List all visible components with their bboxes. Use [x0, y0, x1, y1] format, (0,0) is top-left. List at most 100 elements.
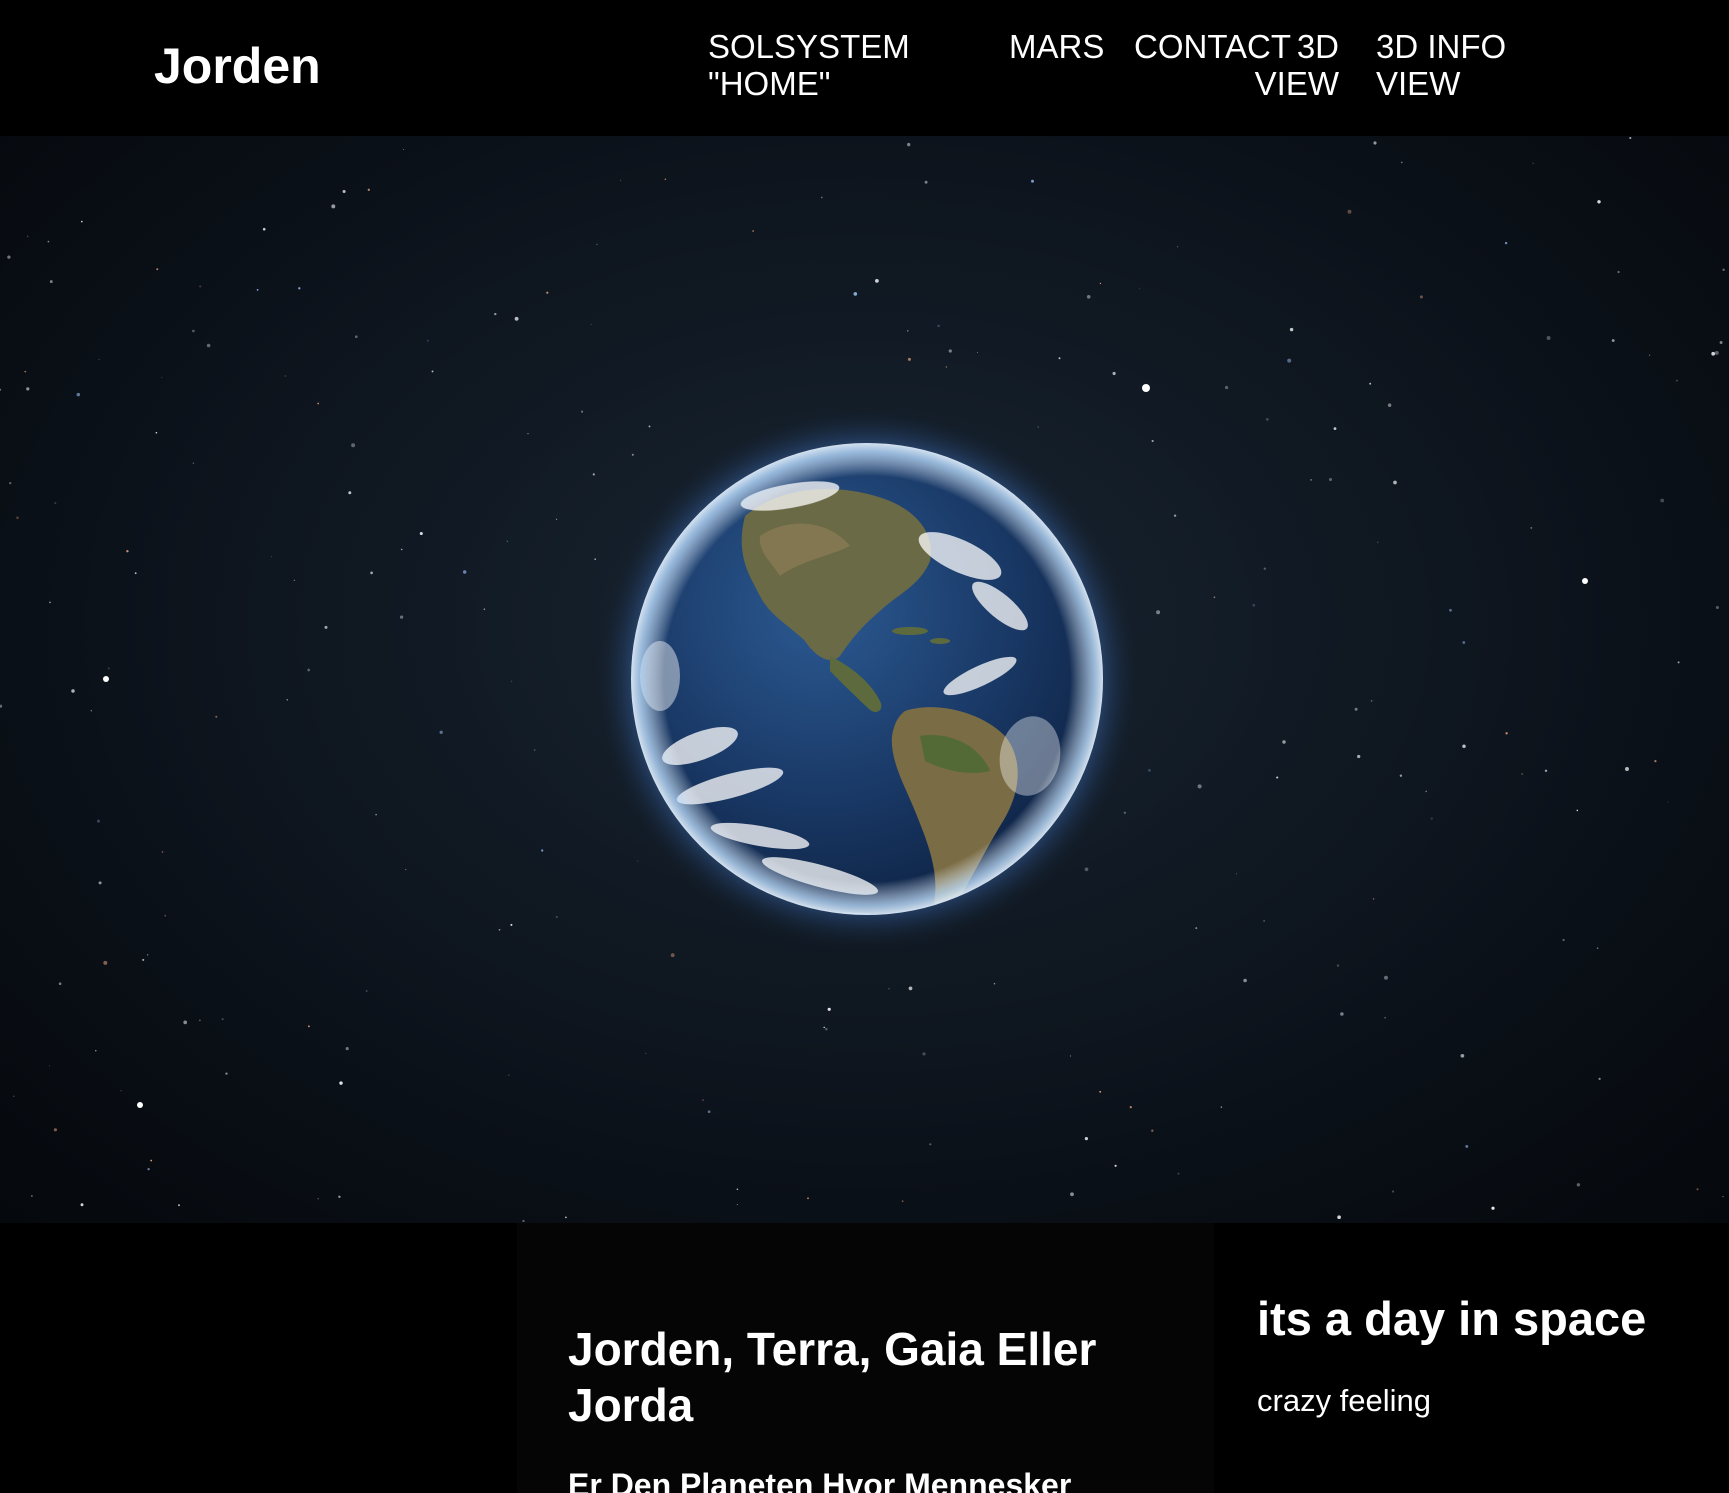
- star: [375, 813, 377, 816]
- star: [483, 608, 486, 610]
- star: [90, 710, 92, 712]
- star: [342, 189, 346, 194]
- star: [1722, 268, 1725, 271]
- star: [1460, 1053, 1465, 1058]
- star: [80, 1203, 84, 1207]
- star: [107, 667, 110, 670]
- star: [1340, 1012, 1344, 1016]
- article-card: Jorden, Terra, Gaia Eller Jorda Er Den P…: [517, 1223, 1214, 1493]
- star: [13, 1095, 15, 1097]
- star: [736, 1188, 739, 1191]
- star: [1544, 769, 1548, 773]
- star: [183, 1020, 188, 1025]
- bright-star: [1142, 384, 1150, 392]
- star: [307, 1025, 310, 1028]
- star: [1384, 1016, 1386, 1019]
- star: [317, 402, 320, 405]
- star: [1722, 1195, 1724, 1198]
- star: [820, 196, 823, 199]
- nav-link-3d-view[interactable]: 3D VIEW: [1253, 28, 1339, 102]
- star: [853, 292, 858, 296]
- star: [908, 986, 913, 991]
- star: [126, 549, 129, 553]
- star: [494, 312, 497, 316]
- star: [596, 243, 598, 245]
- star: [215, 715, 218, 718]
- star: [1156, 610, 1161, 615]
- star: [977, 352, 978, 354]
- star: [825, 1027, 828, 1031]
- star: [95, 1049, 97, 1052]
- star: [53, 1128, 58, 1132]
- star: [192, 329, 195, 333]
- aside-title: its a day in space: [1257, 1292, 1647, 1345]
- star: [1504, 241, 1508, 245]
- content-left-column: [0, 1223, 517, 1493]
- star: [1654, 759, 1657, 763]
- star: [1129, 1106, 1132, 1109]
- star: [907, 330, 909, 332]
- star: [1070, 1192, 1074, 1197]
- star: [1373, 141, 1377, 145]
- earth-from-space-illustration: [0, 136, 1725, 1223]
- star: [76, 392, 81, 397]
- star: [592, 473, 595, 476]
- star: [875, 279, 879, 283]
- star: [400, 548, 403, 551]
- star: [199, 285, 202, 288]
- star: [993, 982, 996, 985]
- star: [27, 235, 29, 237]
- star: [1696, 1188, 1699, 1191]
- star: [1252, 603, 1256, 607]
- star: [367, 188, 370, 191]
- star: [103, 960, 108, 965]
- star: [1112, 371, 1116, 376]
- star: [1084, 1137, 1088, 1141]
- site-logo[interactable]: Jorden: [154, 36, 321, 96]
- star: [1576, 1183, 1581, 1187]
- star: [31, 1195, 33, 1197]
- star: [1213, 596, 1216, 599]
- star: [1177, 1172, 1180, 1175]
- star: [156, 268, 159, 271]
- star: [594, 558, 596, 560]
- star: [9, 482, 12, 485]
- star: [0, 704, 3, 708]
- star: [1521, 773, 1523, 775]
- star: [1714, 350, 1719, 355]
- nav-link-solsystem-home[interactable]: SOLSYSTEM "HOME": [708, 28, 910, 102]
- star: [192, 462, 195, 464]
- site-header: Jorden SOLSYSTEM "HOME" MARS CONTACT 3D …: [0, 0, 1729, 136]
- star: [1667, 801, 1669, 803]
- star: [1430, 817, 1433, 820]
- nav-link-3d-info-view[interactable]: 3D INFO VIEW: [1376, 28, 1506, 102]
- star: [262, 227, 266, 231]
- star: [1399, 774, 1403, 777]
- star: [1649, 354, 1651, 356]
- star: [1376, 541, 1379, 544]
- star: [1370, 700, 1373, 702]
- star: [1037, 426, 1039, 428]
- star: [702, 1099, 705, 1102]
- star: [370, 571, 373, 575]
- bright-star: [1582, 578, 1588, 584]
- star: [47, 240, 50, 243]
- star: [534, 749, 536, 751]
- star: [823, 1026, 825, 1029]
- star: [1084, 867, 1089, 872]
- star: [1265, 418, 1269, 421]
- star: [419, 531, 423, 536]
- article-title: Jorden, Terra, Gaia Eller Jorda: [568, 1323, 1097, 1431]
- star: [1562, 938, 1565, 942]
- bright-star: [137, 1102, 143, 1108]
- star: [1491, 1206, 1495, 1210]
- star: [1282, 740, 1286, 744]
- star: [98, 359, 100, 360]
- star: [1660, 498, 1665, 503]
- star: [1333, 427, 1337, 430]
- star: [405, 869, 407, 871]
- star: [937, 324, 940, 328]
- star: [1058, 357, 1061, 360]
- star: [1677, 661, 1680, 664]
- nav-link-mars[interactable]: MARS: [1009, 28, 1104, 65]
